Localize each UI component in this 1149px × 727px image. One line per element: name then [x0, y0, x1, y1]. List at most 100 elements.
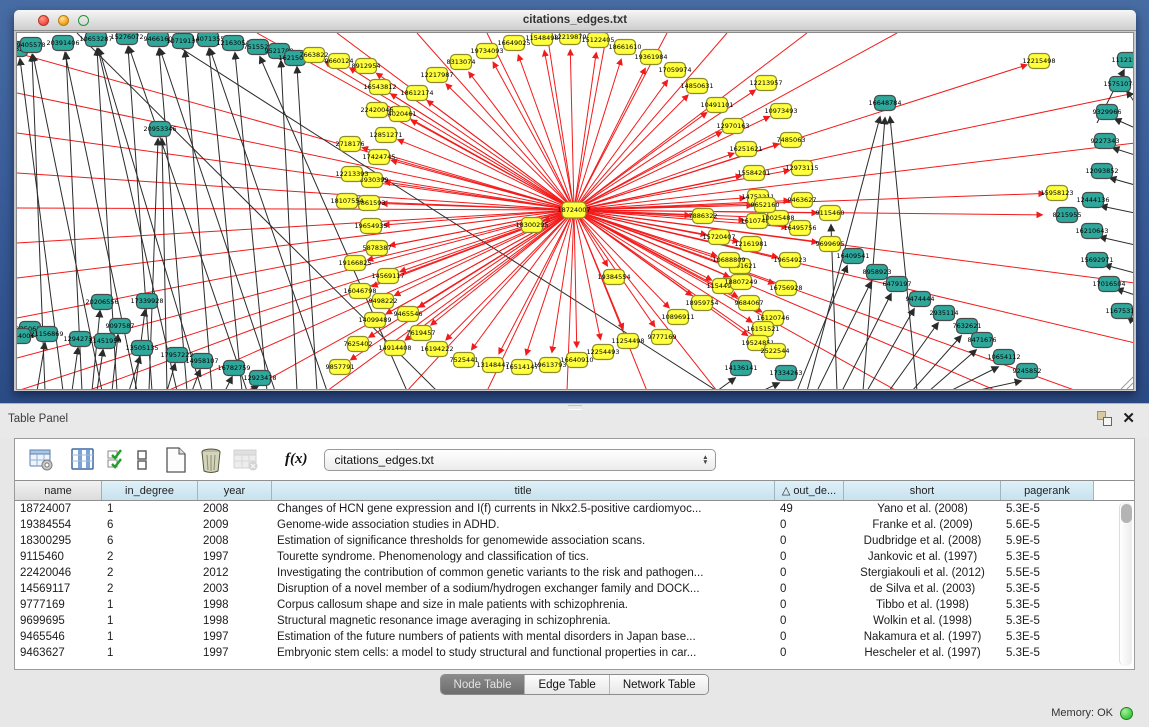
cell-short: de Silva et al. (2003) — [844, 581, 1001, 597]
zoom-window-button[interactable] — [78, 15, 89, 26]
graph-node-label: 11254498 — [611, 337, 644, 345]
cell-title: Corpus callosum shape and size in male p… — [272, 597, 775, 613]
minimize-window-button[interactable] — [58, 15, 69, 26]
table-row[interactable]: 946362711997Embryonic stem cells: a mode… — [15, 645, 1134, 661]
graph-node-label: 9699695 — [816, 240, 845, 248]
graph-node-label: 16756928 — [769, 284, 802, 292]
tab-network-table[interactable]: Network Table — [609, 675, 709, 694]
column-header-in-degree[interactable]: in_degree — [102, 481, 198, 500]
graph-node-label: 12851271 — [369, 131, 402, 139]
table-row[interactable]: 1872400712008Changes of HCN gene express… — [15, 501, 1134, 517]
graph-node-label: 17424745 — [362, 153, 395, 161]
table-row[interactable]: 2242004622012Investigating the contribut… — [15, 565, 1134, 581]
graph-node-label: 9245852 — [1013, 367, 1042, 375]
table-row[interactable]: 969969511998Structural magnetic resonanc… — [15, 613, 1134, 629]
close-panel-icon[interactable]: ✕ — [1122, 411, 1135, 426]
citation-network-graph[interactable]: 8313213940557820391406106532871527607294… — [17, 33, 1134, 390]
column-header-title[interactable]: title — [272, 481, 775, 500]
cell-year: 2008 — [198, 501, 272, 517]
table-settings-icon[interactable] — [29, 448, 55, 472]
delete-table-icon[interactable] — [233, 448, 259, 472]
graph-node-label: 14850631 — [680, 82, 713, 90]
graph-node-label: 17334263 — [769, 369, 802, 377]
float-front-square — [1103, 417, 1112, 426]
cell-year: 2009 — [198, 517, 272, 533]
graph-node-label: 7625402 — [344, 340, 373, 348]
table-row[interactable]: 977716911998Corpus callosum shape and si… — [15, 597, 1134, 613]
delete-column-icon[interactable] — [199, 447, 223, 473]
table-row[interactable]: 911546021997Tourette syndrome. Phenomeno… — [15, 549, 1134, 565]
graph-node-label: 20391406 — [46, 39, 79, 47]
table-row[interactable]: 1456911722003Disruption of a novel membe… — [15, 581, 1134, 597]
graph-node-label: 15276072 — [110, 33, 143, 41]
cell-in-degree: 1 — [102, 645, 198, 661]
graph-node-label: 9777169 — [648, 333, 677, 341]
graph-node-label: 7886322 — [689, 212, 718, 220]
cell-in-degree: 2 — [102, 549, 198, 565]
column-header-year[interactable]: year — [198, 481, 272, 500]
graph-node-label: 9498222 — [369, 297, 398, 305]
graph-node-label: 14958107 — [185, 357, 218, 365]
column-header-out-de-[interactable]: △out_de... — [775, 481, 844, 500]
unselect-all-columns-icon[interactable] — [137, 448, 149, 472]
tab-node-table[interactable]: Node Table — [441, 675, 525, 694]
graph-node-label: 12970163 — [716, 122, 749, 130]
network-canvas[interactable]: 8313213940557820391406106532871527607294… — [16, 32, 1134, 390]
graph-node-label: 19654923 — [773, 256, 806, 264]
graph-node-label: 7525441 — [450, 356, 479, 364]
network-window-titlebar[interactable]: citations_edges.txt — [14, 10, 1136, 31]
table-source-dropdown[interactable]: citations_edges.txt ▲▼ — [324, 449, 716, 471]
network-window[interactable]: citations_edges.txt 83132139405578203914… — [14, 10, 1136, 391]
table-row[interactable]: 1938455462009Genome-wide association stu… — [15, 517, 1134, 533]
cell-title: Genome-wide association studies in ADHD. — [272, 517, 775, 533]
graph-node-label: 12923478 — [243, 374, 276, 382]
graph-node-label: 10973493 — [764, 107, 797, 115]
graph-node-label: 16640910 — [560, 356, 593, 364]
graph-node-label: 18661610 — [608, 43, 641, 51]
graph-node-label: 18612174 — [400, 89, 433, 97]
cell-out-de-: 0 — [775, 565, 844, 581]
close-window-button[interactable] — [38, 15, 49, 26]
create-new-column-icon[interactable] — [165, 447, 187, 473]
resize-grip-icon[interactable] — [1121, 377, 1133, 389]
cell-pagerank: 5.3E-5 — [1001, 501, 1094, 517]
cell-name: 9463627 — [15, 645, 102, 661]
column-header-pagerank[interactable]: pagerank — [1001, 481, 1094, 500]
graph-node-label: 15720407 — [702, 233, 735, 241]
cell-in-degree: 1 — [102, 629, 198, 645]
show-columns-icon[interactable] — [71, 448, 95, 472]
splitter-grip[interactable] — [568, 405, 582, 410]
graph-node-label: 13505135 — [125, 344, 158, 352]
select-all-columns-icon[interactable] — [107, 448, 127, 472]
column-header-short[interactable]: short — [844, 481, 1001, 500]
cell-in-degree: 2 — [102, 581, 198, 597]
cell-title: Changes of HCN gene expression and I(f) … — [272, 501, 775, 517]
table-scrollbar[interactable] — [1119, 502, 1132, 666]
graph-node-label: 21156869 — [30, 330, 63, 338]
cell-title: Embryonic stem cells: a model to study s… — [272, 645, 775, 661]
function-builder-icon[interactable]: f(x) — [285, 451, 308, 468]
graph-node-label: 15584201 — [737, 169, 770, 177]
graph-node-label: 22420046 — [360, 106, 393, 114]
graph-node-label: 2718176 — [336, 140, 365, 148]
graph-node-label: 16648784 — [868, 99, 901, 107]
graph-node-label: 15692971 — [1080, 256, 1113, 264]
table-scrollbar-thumb[interactable] — [1121, 504, 1132, 523]
cell-short: Tibbo et al. (1998) — [844, 597, 1001, 613]
table-row[interactable]: 946554611997Estimation of the future num… — [15, 629, 1134, 645]
graph-node-label: 7619457 — [407, 329, 436, 337]
column-header-name[interactable]: name — [15, 481, 102, 500]
table-body: 1872400712008Changes of HCN gene express… — [15, 501, 1134, 661]
tab-edge-table[interactable]: Edge Table — [524, 675, 608, 694]
cell-name: 9699695 — [15, 613, 102, 629]
float-panel-icon[interactable] — [1097, 411, 1112, 426]
cell-name: 14569117 — [15, 581, 102, 597]
graph-node-label: 15751074 — [1103, 80, 1134, 88]
dropdown-stepper-icon: ▲▼ — [702, 455, 708, 465]
sort-ascending-icon: △ — [782, 484, 790, 497]
graph-node-label: 16409541 — [836, 252, 869, 260]
graph-node-label: 12973115 — [785, 164, 818, 172]
table-row[interactable]: 1830029562008Estimation of significance … — [15, 533, 1134, 549]
graph-node-label: 9684067 — [735, 299, 764, 307]
graph-node-label: 17339928 — [130, 297, 163, 305]
